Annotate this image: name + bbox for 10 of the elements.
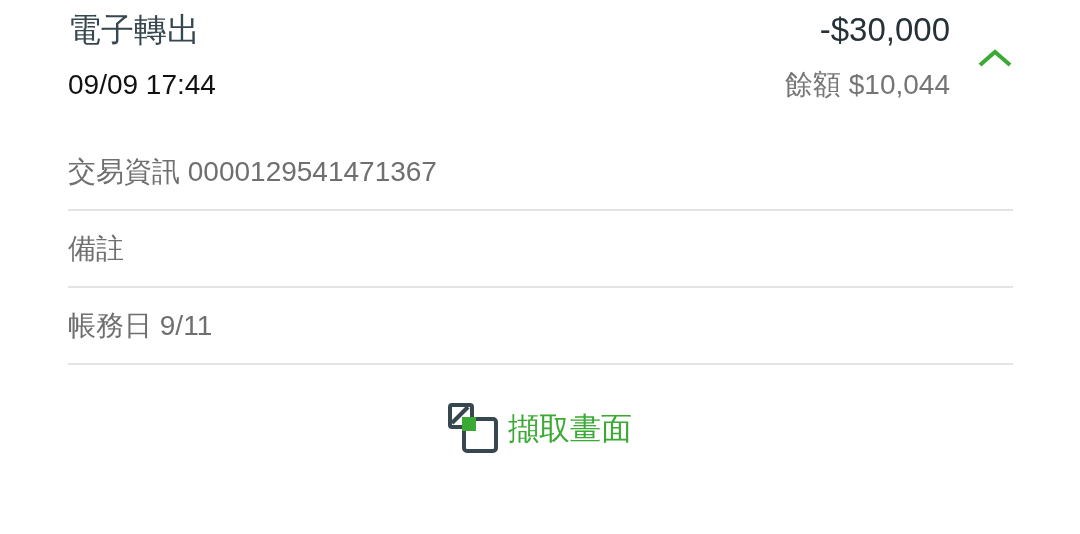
transaction-datetime: 09/09 17:44 bbox=[68, 69, 216, 101]
transaction-amount: -$30,000 bbox=[819, 11, 950, 49]
transaction-title: 電子轉出 bbox=[68, 9, 200, 50]
detail-text: 交易資訊 0000129541471367 bbox=[68, 154, 437, 189]
balance-text: 餘額 $10,044 bbox=[785, 68, 950, 102]
detail-text: 帳務日 9/11 bbox=[68, 308, 213, 343]
chevron-up-icon[interactable] bbox=[978, 48, 1012, 68]
screenshot-button[interactable]: 擷取畫面 bbox=[448, 403, 632, 455]
screenshot-icon bbox=[448, 403, 500, 455]
detail-text: 備註 bbox=[68, 231, 124, 266]
